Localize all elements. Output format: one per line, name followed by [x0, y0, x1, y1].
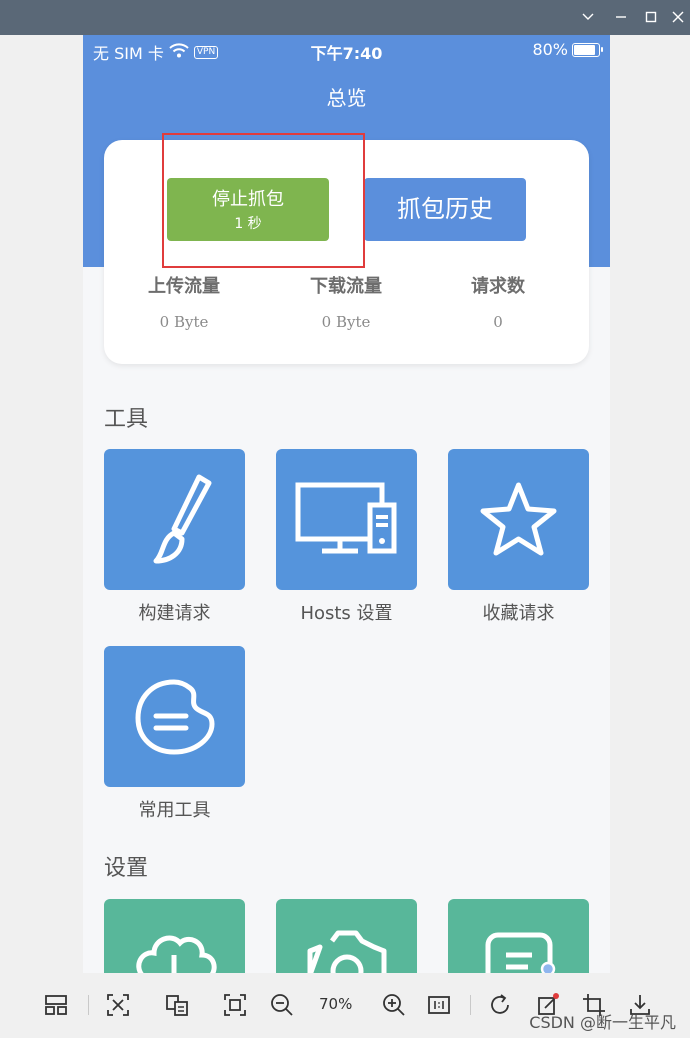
fit-screen-icon[interactable] — [221, 991, 249, 1019]
tile-label: 收藏请求 — [482, 603, 555, 624]
battery-percent: 80% — [532, 40, 568, 59]
request-count-stat: 请求数 0 — [418, 272, 578, 331]
tile-label: 常用工具 — [138, 800, 211, 821]
close-icon[interactable] — [670, 9, 686, 25]
star-icon — [480, 482, 557, 556]
battery-icon — [572, 42, 603, 57]
actual-size-icon[interactable] — [425, 991, 453, 1019]
rotate-icon[interactable] — [486, 991, 514, 1019]
stat-label: 下载流量 — [310, 276, 382, 297]
cloud-icon — [136, 935, 217, 973]
page-title: 总览 — [326, 86, 367, 110]
zoom-level: 70% — [319, 995, 353, 1013]
gear-icon — [307, 930, 387, 973]
stat-label: 上传流量 — [148, 276, 220, 297]
viewer-toolbar: 70% CSDN @断一生平凡 — [0, 973, 690, 1038]
layout-icon[interactable] — [42, 991, 70, 1019]
brush-icon — [153, 474, 212, 564]
stat-label: 请求数 — [471, 276, 525, 297]
tools-section-title: 工具 — [104, 407, 149, 432]
toolbar-divider — [470, 995, 471, 1015]
capture-history-button[interactable]: 抓包历史 — [364, 178, 526, 241]
settings-tile-cloud[interactable] — [104, 899, 245, 973]
settings-tile-document[interactable] — [448, 899, 589, 973]
palette-icon — [135, 679, 215, 755]
battery-level-fill — [574, 44, 595, 55]
settings-section-title: 设置 — [104, 856, 149, 881]
settings-tile-gear[interactable] — [276, 899, 417, 973]
download-stat: 下载流量 0 Byte — [266, 272, 426, 331]
toolbar-divider — [88, 995, 89, 1015]
zoom-out-icon[interactable] — [268, 991, 296, 1019]
minimize-icon[interactable] — [613, 9, 629, 25]
tile-label: 构建请求 — [138, 603, 211, 624]
upload-stat: 上传流量 0 Byte — [104, 272, 264, 331]
document-icon — [485, 932, 556, 973]
stat-value: 0 Byte — [321, 313, 371, 331]
zoom-in-icon[interactable] — [380, 991, 408, 1019]
computer-icon — [295, 482, 397, 554]
status-bar: 无 SIM 卡 VPN 下午7:40 80% — [83, 35, 610, 65]
watermark-text: CSDN @断一生平凡 — [529, 1013, 676, 1032]
text-extract-icon[interactable] — [163, 991, 191, 1019]
status-time: 下午7:40 — [310, 44, 383, 63]
build-request-tile[interactable] — [104, 449, 245, 590]
hosts-settings-tile[interactable] — [276, 449, 417, 590]
translate-icon[interactable] — [104, 991, 132, 1019]
highlight-annotation-box — [162, 133, 365, 268]
stat-value: 0 Byte — [159, 313, 209, 331]
tile-label: Hosts 设置 — [300, 603, 393, 624]
chevron-down-icon[interactable] — [580, 9, 596, 25]
capture-card: 停止抓包 1 秒 抓包历史 上传流量 0 Byte 下载流量 0 Byte 请求… — [104, 133, 589, 364]
favorite-requests-tile[interactable] — [448, 449, 589, 590]
stat-value: 0 — [493, 313, 503, 331]
maximize-icon[interactable] — [643, 9, 659, 25]
window-titlebar — [0, 0, 690, 35]
common-tools-tile[interactable] — [104, 646, 245, 787]
phone-screen: 无 SIM 卡 VPN 下午7:40 80% 总览 停止抓包 1 秒 抓包历史 … — [83, 35, 610, 973]
